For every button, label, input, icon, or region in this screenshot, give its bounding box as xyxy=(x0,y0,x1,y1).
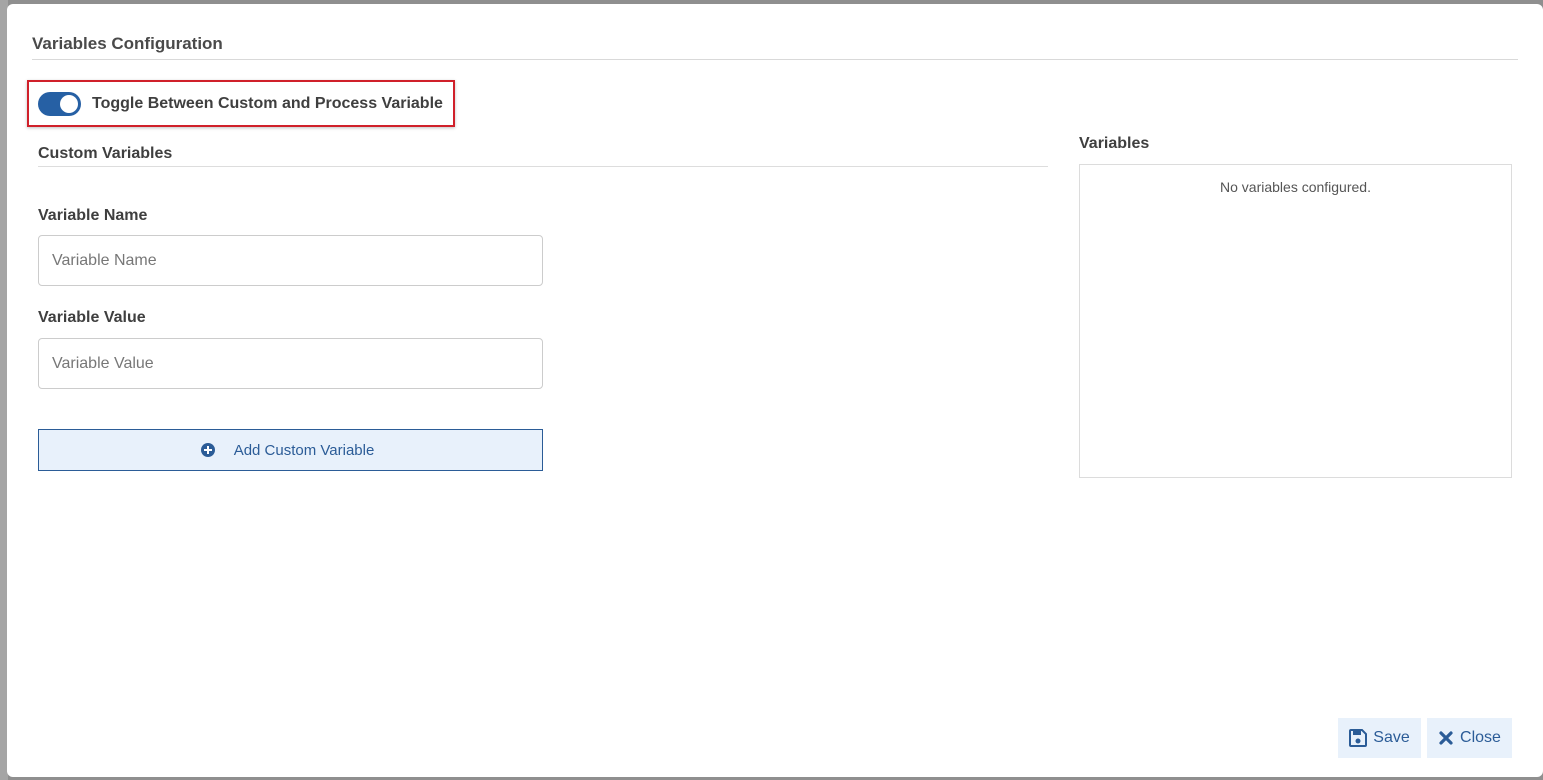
add-custom-variable-button[interactable]: Add Custom Variable xyxy=(38,429,543,471)
variable-value-input[interactable] xyxy=(38,338,543,389)
modal-title: Variables Configuration xyxy=(32,34,223,53)
variable-type-toggle-switch[interactable] xyxy=(38,91,81,116)
variable-name-input[interactable] xyxy=(38,235,543,286)
toggle-label: Toggle Between Custom and Process Variab… xyxy=(92,94,443,112)
variable-name-label: Variable Name xyxy=(38,207,148,224)
variables-configuration-modal: Variables Configuration Toggle Between C… xyxy=(7,4,1543,777)
plus-circle-icon xyxy=(200,443,215,457)
save-label: Save xyxy=(1373,729,1410,746)
variable-type-toggle-row: Toggle Between Custom and Process Variab… xyxy=(27,80,455,127)
close-button[interactable]: Close xyxy=(1427,718,1512,758)
variable-value-label: Variable Value xyxy=(38,309,146,326)
close-x-icon xyxy=(1439,731,1453,745)
add-custom-variable-label: Add Custom Variable xyxy=(233,441,375,459)
no-variables-message: No variables configured. xyxy=(1220,179,1371,195)
custom-variables-divider xyxy=(38,166,1048,167)
floppy-disk-icon xyxy=(1349,729,1368,747)
title-divider xyxy=(32,59,1518,60)
variables-list-panel: No variables configured. xyxy=(1079,164,1512,478)
save-button[interactable]: Save xyxy=(1338,718,1421,758)
custom-variables-title: Custom Variables xyxy=(38,145,173,162)
variables-panel-title: Variables xyxy=(1079,135,1150,152)
toggle-knob xyxy=(60,94,78,113)
close-label: Close xyxy=(1460,729,1501,746)
